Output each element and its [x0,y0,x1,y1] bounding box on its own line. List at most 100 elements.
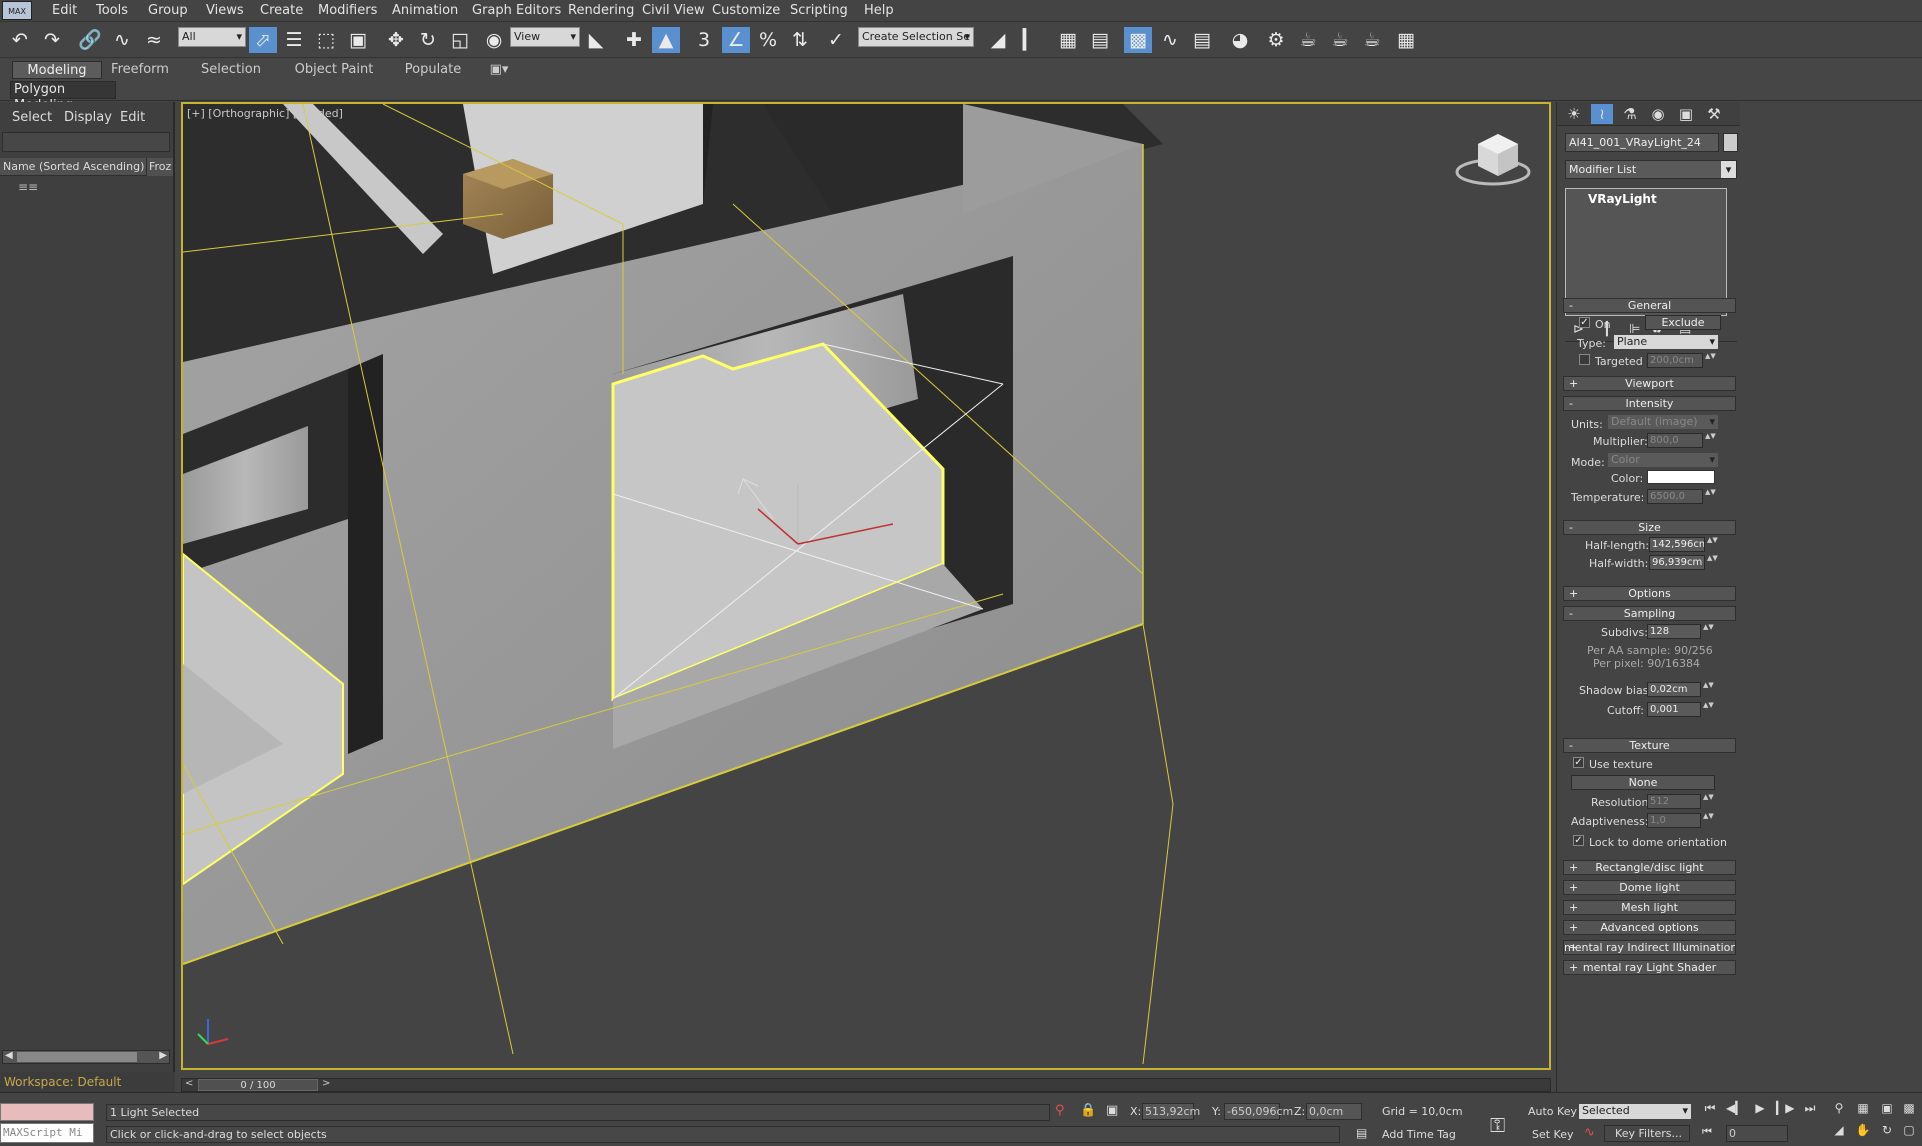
pan-icon[interactable]: ✋ [1854,1122,1872,1138]
next-frame-icon[interactable]: > [322,1078,330,1089]
menu-group[interactable]: Group [148,3,188,18]
use-texture-checkbox[interactable]: ✓ [1573,757,1584,768]
angle-snap-icon[interactable]: ∠ [722,27,750,53]
utilities-tab-icon[interactable]: ⚒ [1703,104,1725,124]
time-slider-thumb[interactable]: 0 / 100 [198,1079,318,1091]
cutoff-spinner-icon[interactable]: ▲▼ [1703,702,1714,717]
rollout-intensity[interactable]: - Intensity [1563,396,1736,411]
object-color-swatch[interactable] [1723,133,1738,152]
spinner-snap-icon[interactable]: ⇅ [786,27,814,53]
type-dropdown[interactable]: Plane [1613,334,1719,350]
scene-explorer-icon[interactable]: ▩ [1124,27,1152,53]
maxscript-listener-top[interactable] [0,1103,94,1121]
create-tab-icon[interactable]: ☀ [1563,104,1585,124]
display-tab-icon[interactable]: ▣ [1675,104,1697,124]
rendered-frame-window-icon[interactable]: ☕ [1294,27,1322,53]
rollout-rectangle-disc-light[interactable]: + Rectangle/disc light [1563,860,1736,875]
scene-tab-select[interactable]: Select [12,110,52,125]
set-key-button[interactable]: Set Key [1532,1128,1574,1141]
x-coordinate-field[interactable]: 513,92cm [1142,1103,1200,1120]
scroll-right-icon[interactable]: ▶ [159,1050,167,1061]
align-icon[interactable]: ▎ [1016,27,1044,53]
selection-filter-dropdown[interactable]: All [178,27,246,47]
render-iterative-icon[interactable]: ☕ [1358,27,1386,53]
menu-edit[interactable]: Edit [52,3,77,18]
set-key-icon[interactable]: ⚿ [1490,1113,1505,1137]
object-name-field[interactable]: AI41_001_VRayLight_24 [1565,133,1719,152]
undo-icon[interactable]: ↶ [6,27,34,53]
adaptiveness-field[interactable]: 1,0 [1647,813,1701,828]
scene-scrollbar[interactable]: ◀ ▶ [2,1050,170,1064]
zoom-extents-all-icon[interactable]: ▩ [1900,1100,1918,1116]
temperature-spinner-icon[interactable]: ▲▼ [1705,489,1716,504]
rollout-mental-ray-gi[interactable]: + mental ray Indirect Illumination [1563,940,1736,955]
keyboard-shortcut-override-icon[interactable]: ▲ [652,27,680,53]
rollout-texture[interactable]: - Texture [1563,738,1736,753]
prev-frame-icon[interactable]: < [185,1078,193,1089]
menu-customize[interactable]: Customize [712,3,780,18]
rotate-icon[interactable]: ↻ [414,27,442,53]
key-tangent-icon[interactable]: ∿ [1584,1125,1595,1140]
exclude-button[interactable]: Exclude [1645,315,1721,330]
subdivs-field[interactable]: 128 [1647,624,1701,639]
workspace-selector[interactable]: Workspace: Default [0,1072,175,1092]
rollout-sampling[interactable]: - Sampling [1563,606,1736,621]
targeted-spinner-icon[interactable]: ▲▼ [1705,353,1716,368]
texture-none-button[interactable]: None [1571,775,1715,790]
rollout-size[interactable]: - Size [1563,520,1736,535]
scene-search-input[interactable] [2,132,170,152]
pivot-center-icon[interactable]: ◣ [582,27,610,53]
time-slider[interactable]: < 0 / 100 > [181,1078,1551,1092]
time-tag-icon[interactable]: ▤ [1356,1126,1367,1140]
absolute-mode-icon[interactable]: ▣ [1106,1103,1118,1118]
previous-key-icon[interactable]: ◀▎ [1726,1100,1744,1116]
multiplier-field[interactable]: 800,0 [1647,433,1703,448]
light-color-swatch[interactable] [1647,470,1715,484]
rollout-mental-ray-shader[interactable]: + mental ray Light Shader [1563,960,1736,975]
select-manipulate-icon[interactable]: ✚ [620,27,648,53]
unlink-icon[interactable]: ∿ [108,27,136,53]
viewport-orthographic[interactable]: [+] [Orthographic] [Shaded] [181,102,1551,1070]
rollout-advanced-options[interactable]: + Advanced options [1563,920,1736,935]
maxscript-input[interactable]: MAXScript Mi [0,1123,94,1143]
resolution-field[interactable]: 512 [1647,794,1701,809]
ribbon-options-icon[interactable]: ▣▾ [486,61,512,79]
go-to-end-icon[interactable]: ⏭ [1801,1100,1819,1116]
play-icon[interactable]: ▶ [1751,1100,1769,1116]
viewport-label[interactable]: [+] [Orthographic] [Shaded] [187,107,343,120]
menu-rendering[interactable]: Rendering [568,3,634,18]
scroll-thumb[interactable] [17,1052,137,1062]
link-icon[interactable]: 🔗 [76,27,104,53]
menu-help[interactable]: Help [864,3,894,18]
render-setup-icon[interactable]: ⚙ [1262,27,1290,53]
edit-named-selection-icon[interactable]: ✓ [822,27,850,53]
vray-toolbar-icon[interactable]: ▦ [1392,27,1420,53]
targeted-checkbox[interactable] [1579,354,1590,365]
menu-modifiers[interactable]: Modifiers [318,3,377,18]
hierarchy-tab-icon[interactable]: ⚗ [1619,104,1641,124]
targeted-distance-field[interactable]: 200,0cm [1647,353,1703,368]
tab-freeform[interactable]: Freeform [106,61,174,79]
cutoff-field[interactable]: 0,001 [1647,702,1701,717]
z-coordinate-field[interactable]: 0,0cm [1306,1103,1362,1120]
menu-create[interactable]: Create [260,3,303,18]
selection-lock-icon[interactable]: 🔒 [1080,1103,1096,1118]
named-selection-set-dropdown[interactable]: Create Selection Se [858,27,974,47]
tab-populate[interactable]: Populate [400,61,466,79]
redo-icon[interactable]: ↷ [38,27,66,53]
menu-animation[interactable]: Animation [392,3,458,18]
add-time-tag[interactable]: Add Time Tag [1382,1128,1456,1141]
scene-tab-display[interactable]: Display [64,110,112,125]
polygon-modeling-button[interactable]: Polygon Modeling [10,81,116,113]
time-config-icon[interactable]: ⏮ [1702,1125,1712,1139]
subdivs-spinner-icon[interactable]: ▲▼ [1703,624,1714,639]
menu-tools[interactable]: Tools [96,3,128,18]
half-width-field[interactable]: 96,939cm [1649,555,1705,570]
half-length-spinner-icon[interactable]: ▲▼ [1707,537,1718,552]
half-length-field[interactable]: 142,596cm [1649,537,1705,552]
select-object-icon[interactable]: ⬀ [249,27,277,53]
multiplier-spinner-icon[interactable]: ▲▼ [1705,433,1716,448]
select-by-name-icon[interactable]: ☰ [280,27,308,53]
y-coordinate-field[interactable]: -650,096cm [1224,1103,1293,1120]
temperature-field[interactable]: 6500,0 [1647,489,1703,504]
